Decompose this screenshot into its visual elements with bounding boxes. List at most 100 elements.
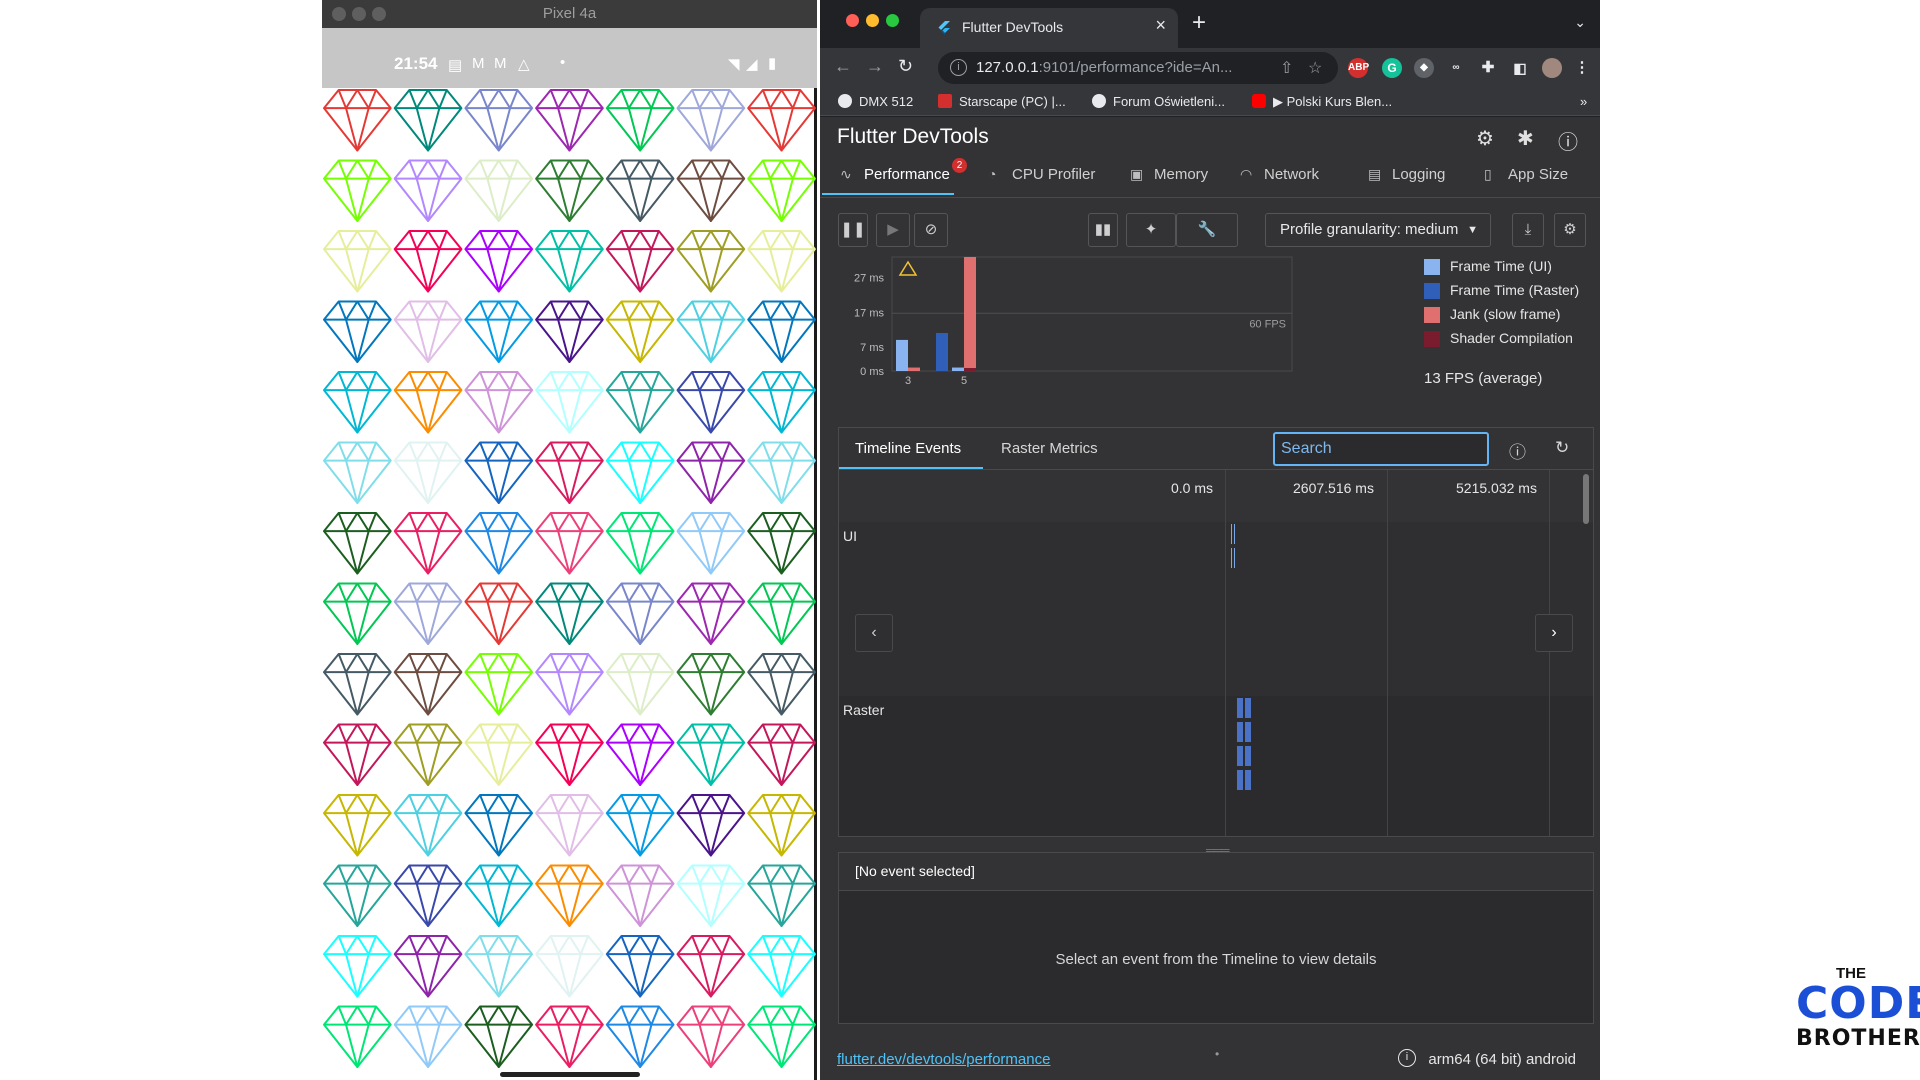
address-bar[interactable]: i 127.0.0.1:9101/performance?ide=An... ⇧… [938,52,1338,84]
bookmarks-overflow-icon[interactable]: » [1580,94,1587,109]
diamond-outline [535,371,604,434]
diamond-icon [393,371,463,434]
settings-gear-icon[interactable]: ⚙ [1476,126,1494,151]
diamond-facet [769,812,794,857]
diamond-outline [676,794,746,857]
tab-raster-metrics[interactable]: Raster Metrics [1001,440,1098,457]
raster-frame-bar [908,367,920,371]
diamond-icon [323,230,392,293]
back-arrow-icon[interactable]: ← [834,56,852,77]
bookmark-item[interactable]: Starscape (PC) |... [938,94,1066,109]
diamond-outline [464,1005,534,1068]
help-icon[interactable]: ⓘ [1509,438,1526,463]
export-button[interactable]: ⤓ [1512,213,1544,247]
diamond-facet [691,1005,731,1026]
bookmark-label: Forum Oświetleni... [1113,94,1225,109]
g-logo-icon [938,94,952,108]
bookmark-item[interactable]: Forum Oświetleni... [1092,94,1225,109]
bookmark-label: Starscape (PC) |... [959,94,1066,109]
window-minimize-button[interactable] [866,14,879,27]
site-info-icon[interactable]: i [950,59,967,76]
side-panel-icon[interactable]: ◧ [1510,58,1530,78]
tab-app-size[interactable]: ▯ App Size [1484,166,1568,183]
adblock-extension-icon[interactable]: ABP [1348,58,1369,78]
bug-icon[interactable]: ✱ [1517,126,1534,151]
raster-event[interactable] [1237,722,1243,742]
diamond-icon [535,794,604,857]
tab-cpu-profiler[interactable]: ◔ CPU Profiler [988,166,1095,183]
refresh-icon[interactable]: ↻ [1555,438,1569,458]
diamond-outline [464,371,534,434]
share-icon[interactable]: ⇧ [1280,58,1293,78]
y-tick-label: 0 ms [860,366,884,378]
extensions-puzzle-icon[interactable]: ✚ [1478,58,1498,78]
emulator-titlebar: Pixel 4a [322,0,817,28]
diamond-facet [557,953,582,998]
help-icon[interactable]: ⓘ [1558,126,1578,155]
diamond-facet [691,794,731,815]
bookmark-item[interactable]: DMX 512 [838,94,913,109]
logo-line: BROTHERS [1796,1026,1920,1051]
url-text[interactable]: 127.0.0.1:9101/performance?ide=An... [976,59,1232,76]
tab-close-icon[interactable]: × [1155,15,1166,36]
raster-event[interactable] [1237,698,1243,718]
diamond-outline [393,653,463,716]
diamond-icon [393,653,463,716]
profile-granularity-select[interactable]: Profile granularity: medium ▼ [1265,213,1491,247]
timeline-tabs: Timeline Events Raster Metrics ⓘ ↻ [839,428,1593,470]
home-indicator[interactable] [500,1072,640,1077]
ui-event[interactable] [1231,548,1232,568]
diamond-outline [676,512,746,575]
extension-icon[interactable]: ◆ [1414,58,1434,78]
raster-event[interactable] [1237,746,1243,766]
diamond-facet [415,389,441,434]
ui-event[interactable] [1231,524,1232,544]
tab-performance[interactable]: ∿ Performance [840,166,950,183]
tab-memory[interactable]: ▣ Memory [1130,166,1208,183]
ui-event[interactable] [1234,524,1235,544]
raster-event[interactable] [1245,698,1251,718]
diamond-facet [761,441,802,462]
bookmark-item[interactable]: ▶ Polski Kurs Blen... [1252,94,1392,110]
diamond-outline [747,371,816,434]
bookmark-star-icon[interactable]: ☆ [1308,58,1322,78]
x-tick-label: 3 [905,375,911,385]
more-menu-icon[interactable]: ⋮ [1572,58,1592,78]
search-input[interactable] [1273,432,1489,466]
raster-event[interactable] [1245,770,1251,790]
raster-event[interactable] [1237,770,1243,790]
grammarly-extension-icon[interactable]: G [1382,58,1402,78]
pause-button[interactable]: ❚❚ [838,213,868,247]
raster-event[interactable] [1245,746,1251,766]
diamond-outline [323,512,392,575]
raster-event[interactable] [1245,722,1251,742]
scroll-left-button[interactable]: ‹ [855,614,893,652]
new-tab-icon[interactable]: + [1192,9,1206,37]
scroll-right-button[interactable]: › [1535,614,1573,652]
timeline-scrollbar[interactable] [1583,474,1589,524]
frame-chart-toggle-button[interactable]: ▮▮ [1088,213,1118,247]
tab-label: App Size [1508,166,1569,183]
profile-avatar[interactable] [1542,58,1562,78]
window-close-button[interactable] [846,14,859,27]
docs-link[interactable]: flutter.dev/devtools/performance [837,1051,1050,1068]
diamond-icon [464,230,534,293]
tab-network[interactable]: ◠ Network [1240,166,1319,183]
tab-timeline-events[interactable]: Timeline Events [855,440,961,457]
tab-logging[interactable]: ▤ Logging [1368,166,1445,183]
diamond-outline [676,371,746,434]
browser-tab[interactable]: Flutter DevTools × [920,8,1178,48]
more-debugging-options-button[interactable]: 🔧 [1176,213,1238,247]
forward-arrow-icon[interactable]: → [866,56,884,77]
resume-button[interactable]: ▶ [876,213,910,247]
clear-button[interactable]: ⊘ [914,213,948,247]
glasses-extension-icon[interactable]: ∞ [1446,58,1466,78]
reload-icon[interactable]: ↻ [898,56,913,77]
info-icon[interactable]: i [1398,1049,1416,1067]
enhance-tracing-button[interactable]: ✦ [1126,213,1176,247]
diamond-facet [691,582,731,603]
performance-settings-button[interactable]: ⚙ [1554,213,1586,247]
ui-event[interactable] [1234,548,1235,568]
tab-search-chevron-icon[interactable]: ⌄ [1574,14,1586,31]
window-zoom-button[interactable] [886,14,899,27]
